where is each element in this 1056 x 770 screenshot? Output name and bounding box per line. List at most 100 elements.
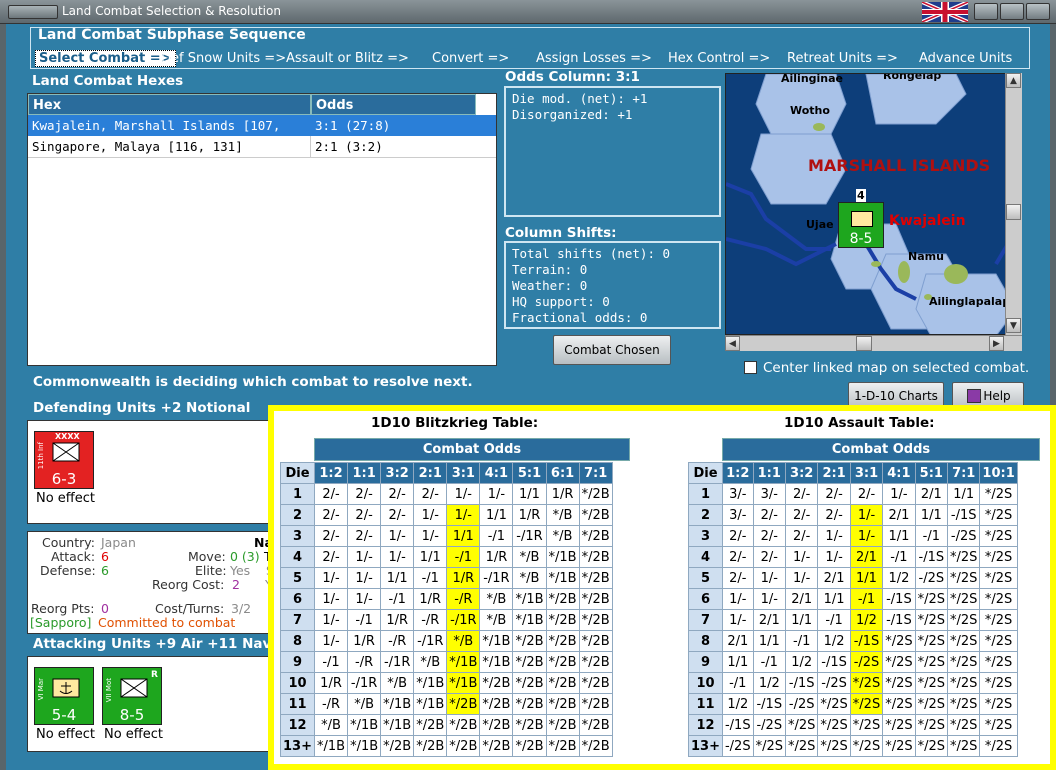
attacking-unit-counter[interactable]: VI Mar 5-4: [34, 667, 94, 725]
defense-label: Defense:: [40, 563, 96, 578]
cost-turns-value: 3/2: [231, 601, 252, 616]
die-roll-cell: 1: [688, 483, 723, 505]
maximize-button[interactable]: [1000, 3, 1024, 20]
subphase-step-assign-losses[interactable]: Assign Losses =>: [536, 51, 652, 66]
move-label: Move:: [188, 549, 226, 564]
weather-line: Weather: 0: [512, 278, 588, 293]
subphase-step-retreat[interactable]: Retreat Units =>: [787, 51, 898, 66]
motorized-icon: [120, 678, 148, 698]
result-cell: 1/2: [721, 693, 754, 715]
assault-odds-header: Combat Odds: [722, 438, 1040, 461]
result-cell: */2S: [784, 714, 819, 736]
table-row: 11 -/R */B */1B */1B */2B */2B */2B */2B */2B: [280, 693, 613, 715]
scroll-left-icon[interactable]: ◀: [725, 336, 740, 351]
scroll-up-icon[interactable]: ▲: [1006, 73, 1021, 88]
die-roll-cell: 3: [688, 525, 723, 547]
hq-support-line: HQ support: 0: [512, 294, 610, 309]
result-cell: */2S: [849, 714, 884, 736]
attacking-unit-counter[interactable]: VII Mot R 8-5: [102, 667, 162, 725]
flag-uk-icon: [922, 2, 968, 22]
defending-unit-counter[interactable]: XXXX 11th Inf 6-3: [34, 431, 94, 489]
odds-column-header: 5:1: [914, 462, 949, 484]
table-row: 5 1/- 1/- 1/1 -/1 1/R -/1R */B */1B */2B: [280, 567, 613, 589]
subphase-step-advance[interactable]: Advance Units: [919, 51, 1012, 66]
map-horizontal-scrollbar[interactable]: ◀ ▶: [725, 335, 1022, 351]
result-cell: */2B: [479, 672, 514, 694]
hex-row[interactable]: Singapore, Malaya [116, 131] 2:1 (3:2): [28, 136, 496, 158]
system-menu-button[interactable]: [8, 5, 58, 19]
subphase-step-convert[interactable]: Convert =>: [432, 51, 509, 66]
scroll-right-icon[interactable]: ▶: [989, 336, 1004, 351]
table-row: 10 -/1 1/2 -/1S -/2S */2S */2S */2S */2S */2S: [688, 672, 1018, 694]
unit-factors: 8-5: [119, 706, 145, 724]
result-cell: 1/R: [545, 483, 580, 505]
result-cell: 1/R: [479, 546, 514, 568]
result-cell: */2B: [512, 651, 547, 673]
result-cell: */2S: [979, 630, 1018, 652]
result-cell: */2B: [578, 588, 613, 610]
result-cell: 1/R: [413, 588, 448, 610]
result-cell: */2B: [578, 714, 613, 736]
result-cell: */2S: [914, 714, 949, 736]
map-label-wotho: Wotho: [790, 104, 830, 117]
hex-row-selected[interactable]: Kwajalein, Marshall Islands [107, 194] 3…: [28, 115, 496, 154]
die-roll-cell: 4: [688, 546, 723, 568]
map-vertical-scrollbar[interactable]: ▲ ▼: [1005, 73, 1022, 335]
result-cell: 2/-: [313, 525, 349, 547]
result-cell: */1B: [347, 714, 382, 736]
counter-factors: 8-5: [849, 231, 873, 247]
subphase-step-def-snow[interactable]: Def Snow Units =>: [161, 51, 286, 66]
result-cell: */2B: [578, 735, 613, 757]
stack-count: 4: [856, 189, 866, 202]
linked-map[interactable]: Ailinginae Rongelap Wotho MARSHALL ISLAN…: [725, 73, 1022, 335]
result-cell: -/2S: [947, 525, 981, 547]
map-unit-counter[interactable]: 8-5: [838, 202, 884, 248]
subphase-title: Land Combat Subphase Sequence: [38, 27, 306, 43]
result-cell: */2S: [979, 483, 1018, 505]
result-cell: */2B: [512, 672, 547, 694]
result-cell: 2/1: [817, 567, 851, 589]
die-roll-cell: 10: [688, 672, 723, 694]
column-header-hex[interactable]: Hex: [28, 94, 311, 115]
result-cell: */2B: [578, 672, 613, 694]
odds-column-header: 7:1: [578, 462, 613, 484]
result-cell: 3/-: [752, 483, 786, 505]
result-cell: */B: [380, 672, 415, 694]
odds-column-header: 1:1: [752, 462, 786, 484]
die-roll-cell: 13+: [280, 735, 315, 757]
hex-cell: Singapore, Malaya [116, 131]: [28, 136, 311, 157]
odds-cell: 2:1 (3:2): [315, 139, 383, 154]
map-label-ailinglapalap: Ailinglapalap: [929, 295, 1011, 308]
subphase-step-assault-blitz[interactable]: Assault or Blitz =>: [286, 51, 409, 66]
result-cell: 1/-: [313, 609, 349, 631]
result-cell: 1/2: [849, 609, 884, 631]
odds-column-header: 4:1: [479, 462, 514, 484]
center-map-checkbox[interactable]: [744, 361, 757, 374]
column-header-odds[interactable]: Odds: [311, 94, 476, 115]
result-cell: -/1R: [479, 567, 514, 589]
table-header-row: Die 1:2 1:1 3:2 2:1 3:1 4:1 5:1 6:1 7:1: [280, 462, 613, 484]
result-cell: */2B: [479, 714, 514, 736]
scroll-down-icon[interactable]: ▼: [1006, 318, 1021, 333]
subphase-step-hex-control[interactable]: Hex Control =>: [668, 51, 770, 66]
terrain-line: Terrain: 0: [512, 262, 588, 277]
table-row: 13+ -/2S */2S */2S */2S */2S */2S */2S */2S */2S: [688, 735, 1018, 757]
result-cell: 2/-: [721, 546, 754, 568]
table-row: 12 */B */1B */1B */2B */2B */2B */2B */2B */2B: [280, 714, 613, 736]
result-cell: 1/1: [784, 609, 819, 631]
subphase-step-select-combat[interactable]: Select Combat =>: [35, 50, 176, 67]
result-cell: */2B: [578, 483, 613, 505]
result-cell: */2B: [446, 735, 481, 757]
result-cell: */2S: [849, 735, 884, 757]
result-cell: */2S: [914, 588, 949, 610]
scroll-thumb[interactable]: [856, 336, 872, 351]
help-label: Help: [983, 389, 1011, 403]
result-cell: */B: [313, 714, 349, 736]
scroll-thumb[interactable]: [1006, 204, 1021, 220]
combat-chosen-button[interactable]: Combat Chosen: [553, 335, 671, 365]
minimize-button[interactable]: [974, 3, 998, 20]
result-cell: 2/-: [784, 504, 819, 526]
close-button[interactable]: [1026, 3, 1050, 20]
odds-column-header: 1:1: [347, 462, 382, 484]
reorg-pts-value: 0: [101, 601, 109, 616]
